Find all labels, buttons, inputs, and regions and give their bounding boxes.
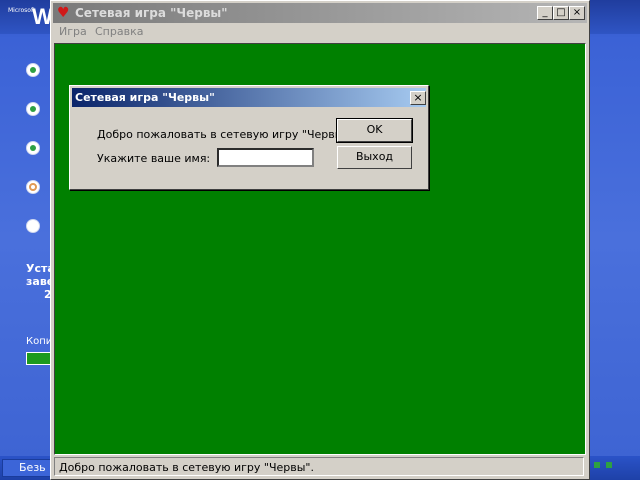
- maximize-button[interactable]: □: [553, 6, 569, 20]
- status-bar: Добро пожаловать в сетевую игру "Червы".: [54, 457, 584, 476]
- tray-icon[interactable]: [606, 462, 612, 468]
- dialog-close-button[interactable]: ×: [410, 91, 426, 105]
- name-input[interactable]: [217, 148, 314, 167]
- ok-button[interactable]: OK: [337, 119, 412, 142]
- status-text: Добро пожаловать в сетевую игру "Червы".: [59, 461, 314, 474]
- welcome-dialog: Сетевая игра "Червы" × Добро пожаловать …: [69, 85, 429, 190]
- window-title: Сетевая игра "Червы": [75, 6, 228, 20]
- hearts-window: ♥ Сетевая игра "Червы" _ □ × Игра Справк…: [50, 0, 590, 480]
- menu-help[interactable]: Справка: [95, 25, 143, 38]
- copy-progress-label: Копи: [26, 336, 53, 347]
- menu-bar: Игра Справка: [53, 23, 587, 41]
- welcome-message: Добро пожаловать в сетевую игру "Червы".: [97, 128, 352, 141]
- minimize-button[interactable]: _: [537, 6, 553, 20]
- setup-step-5-icon: [26, 219, 40, 233]
- name-label: Укажите ваше имя:: [97, 152, 211, 165]
- heart-icon: ♥: [57, 5, 70, 21]
- menu-game[interactable]: Игра: [59, 25, 87, 38]
- copy-progress-bar: [26, 352, 52, 365]
- setup-step-4-icon: [26, 180, 40, 194]
- window-titlebar[interactable]: ♥ Сетевая игра "Червы" _ □ ×: [53, 3, 587, 23]
- dialog-titlebar[interactable]: Сетевая игра "Червы" ×: [72, 88, 426, 107]
- setup-step-3-icon: [26, 141, 40, 155]
- close-button[interactable]: ×: [569, 6, 585, 20]
- setup-step-1-icon: [26, 63, 40, 77]
- exit-button[interactable]: Выход: [337, 146, 412, 169]
- tray-icon[interactable]: [594, 462, 600, 468]
- dialog-title: Сетевая игра "Червы": [75, 91, 215, 104]
- setup-step-2-icon: [26, 102, 40, 116]
